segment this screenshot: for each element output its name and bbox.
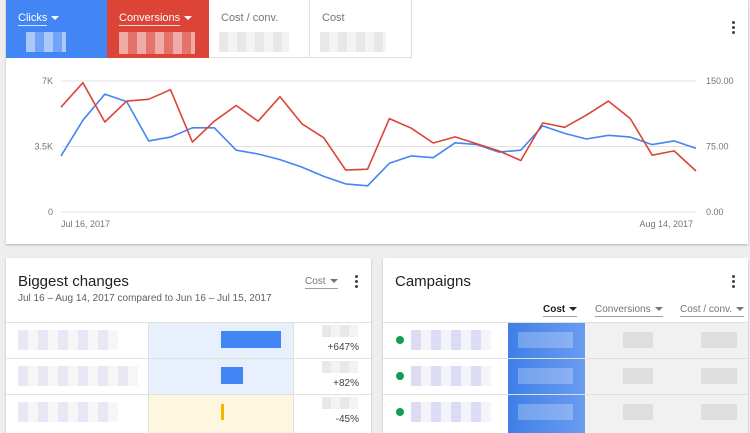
chevron-down-icon <box>654 307 663 312</box>
column-header-cost[interactable]: Cost <box>543 304 578 317</box>
redacted-conversions <box>623 368 653 384</box>
status-enabled-icon <box>396 336 404 344</box>
column-header-conversions-label: Conversions <box>595 304 651 315</box>
positive-change-bar <box>221 367 243 384</box>
metric-tab-cost[interactable]: Cost <box>310 0 412 58</box>
status-enabled-icon <box>396 408 404 416</box>
redacted-cost <box>518 404 573 420</box>
metric-tab-clicks[interactable]: Clicks <box>6 0 107 58</box>
left-axis-tick-label: 3.5K <box>34 142 53 152</box>
right-axis-tick-label: 150.00 <box>706 76 734 86</box>
change-row[interactable]: +647% <box>6 322 371 358</box>
redacted-value <box>322 397 358 409</box>
redacted-campaign-name <box>411 402 491 422</box>
biggest-changes-card: Biggest changes Jul 16 – Aug 14, 2017 co… <box>6 258 371 433</box>
right-axis-tick-label: 0.00 <box>706 207 724 217</box>
negative-change-bar <box>221 404 224 420</box>
column-header-cost-label: Cost <box>543 304 566 315</box>
redacted-cost <box>518 368 573 384</box>
change-percent: +82% <box>333 378 359 389</box>
biggest-changes-title: Biggest changes <box>18 273 129 290</box>
biggest-changes-metric-select[interactable]: Cost <box>305 276 338 289</box>
redacted-campaign-name <box>18 330 118 350</box>
campaigns-title: Campaigns <box>395 273 471 290</box>
metric-tab-conversions[interactable]: Conversions <box>107 0 209 58</box>
change-row[interactable]: -45% <box>6 394 371 430</box>
metric-tab-cost-per-conv[interactable]: Cost / conv. <box>209 0 310 58</box>
status-enabled-icon <box>396 372 404 380</box>
redacted-cost-per-conv <box>701 368 737 384</box>
redacted-value <box>322 361 358 373</box>
chevron-down-icon <box>736 307 745 312</box>
clicks-series-line <box>60 93 697 187</box>
performance-chart-card: Clicks Conversions Cost / conv. Cost 7K 1… <box>6 0 748 244</box>
redacted-value <box>219 32 289 52</box>
right-axis-tick-label: 75.00 <box>706 142 729 152</box>
column-header-cost-per-conv-label: Cost / conv. <box>680 304 733 315</box>
change-row[interactable]: +82% <box>6 358 371 394</box>
redacted-campaign-name <box>411 330 491 350</box>
metric-select-label: Cost <box>305 276 326 287</box>
metric-tab-cost-label: Cost <box>322 12 345 24</box>
redacted-campaign-name <box>18 366 138 386</box>
x-axis-end-label: Aug 14, 2017 <box>639 219 693 229</box>
redacted-value <box>322 325 358 337</box>
x-axis-start-label: Jul 16, 2017 <box>61 219 110 229</box>
redacted-value <box>320 32 386 52</box>
left-axis-tick-label: 0 <box>48 207 53 217</box>
change-percent: +647% <box>327 342 359 353</box>
chevron-down-icon <box>569 307 578 312</box>
chevron-down-icon <box>329 279 338 284</box>
positive-change-bar <box>221 331 281 348</box>
campaigns-card: Campaigns Cost Conversions Cost / conv. <box>383 258 748 433</box>
column-header-conversions[interactable]: Conversions <box>595 304 663 317</box>
redacted-cost <box>518 332 573 348</box>
metric-tab-conversions-label: Conversions <box>119 12 181 26</box>
more-options-icon[interactable] <box>732 21 736 36</box>
redacted-campaign-name <box>18 402 118 422</box>
redacted-conversions <box>623 332 653 348</box>
redacted-campaign-name <box>411 366 491 386</box>
line-chart: 7K 150.00 3.5K 75.00 0 0.00 Jul 16, 2017 Aug 14… <box>34 76 734 229</box>
redacted-conversions <box>623 404 653 420</box>
more-options-icon[interactable] <box>355 275 359 290</box>
campaign-row[interactable] <box>383 394 748 430</box>
redacted-cost-per-conv <box>701 404 737 420</box>
campaign-row[interactable] <box>383 358 748 394</box>
left-axis-tick-label: 7K <box>42 76 53 86</box>
biggest-changes-date-range: Jul 16 – Aug 14, 2017 compared to Jun 16… <box>18 293 272 304</box>
campaign-row[interactable] <box>383 322 748 358</box>
change-percent: -45% <box>335 414 359 425</box>
conversions-series-line <box>60 81 697 172</box>
more-options-icon[interactable] <box>732 275 736 290</box>
redacted-value <box>119 32 195 54</box>
metric-tab-clicks-label: Clicks <box>18 12 48 26</box>
chevron-down-icon <box>51 16 60 21</box>
metric-tab-cost-per-conv-label: Cost / conv. <box>221 12 279 24</box>
redacted-cost-per-conv <box>701 332 737 348</box>
column-header-cost-per-conv[interactable]: Cost / conv. <box>680 304 745 317</box>
redacted-value <box>26 32 66 52</box>
chevron-down-icon <box>184 16 193 21</box>
